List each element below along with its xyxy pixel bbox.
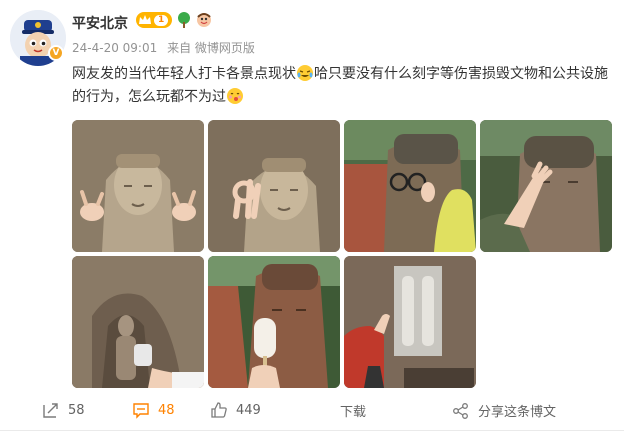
comment-button[interactable]: 48	[132, 401, 175, 419]
like-count: 449	[236, 402, 261, 418]
post-image[interactable]	[72, 256, 204, 388]
post-image[interactable]	[208, 120, 340, 252]
post-text-part1: 网友发的当代年轻人打卡各景点现状	[72, 66, 296, 82]
level-badge[interactable]: 1	[136, 12, 172, 28]
post-timestamp[interactable]: 24-4-20 09:01	[72, 41, 157, 55]
post-text: 网友发的当代年轻人打卡各景点现状 哈只要没有什么刻字等伤害损毁文物和公共设施的行…	[72, 63, 612, 109]
post-image[interactable]	[344, 120, 476, 252]
comment-icon	[133, 403, 149, 419]
crown-icon	[139, 15, 151, 24]
comment-count: 48	[158, 402, 175, 418]
cartoon-badge-icon[interactable]	[196, 12, 212, 28]
action-bar: 58 48 449 下载 分享这条博文	[0, 396, 624, 426]
bottom-divider	[0, 430, 624, 431]
share-icon	[453, 402, 468, 419]
level-number: 1	[154, 14, 169, 26]
kiss-emoji-icon	[227, 88, 243, 104]
repost-button[interactable]: 58	[42, 401, 85, 419]
post-image[interactable]	[480, 120, 612, 252]
repost-icon	[43, 403, 58, 418]
repost-count: 58	[68, 402, 85, 418]
download-label: 下载	[340, 405, 367, 420]
like-button[interactable]: 449	[210, 401, 261, 419]
post-image[interactable]	[344, 256, 476, 388]
post-source: 来自 微博网页版	[167, 41, 255, 55]
post-image[interactable]	[72, 120, 204, 252]
tree-badge-icon[interactable]	[176, 12, 192, 28]
download-button[interactable]: 下载	[340, 401, 366, 420]
thumbs-up-icon	[211, 402, 227, 418]
author-name[interactable]: 平安北京	[72, 13, 128, 33]
share-button[interactable]: 分享这条博文	[452, 401, 556, 420]
post-image[interactable]	[208, 256, 340, 388]
verified-badge-icon: V	[48, 45, 64, 61]
laughing-tears-emoji-icon	[297, 65, 313, 81]
share-label: 分享这条博文	[478, 405, 557, 420]
